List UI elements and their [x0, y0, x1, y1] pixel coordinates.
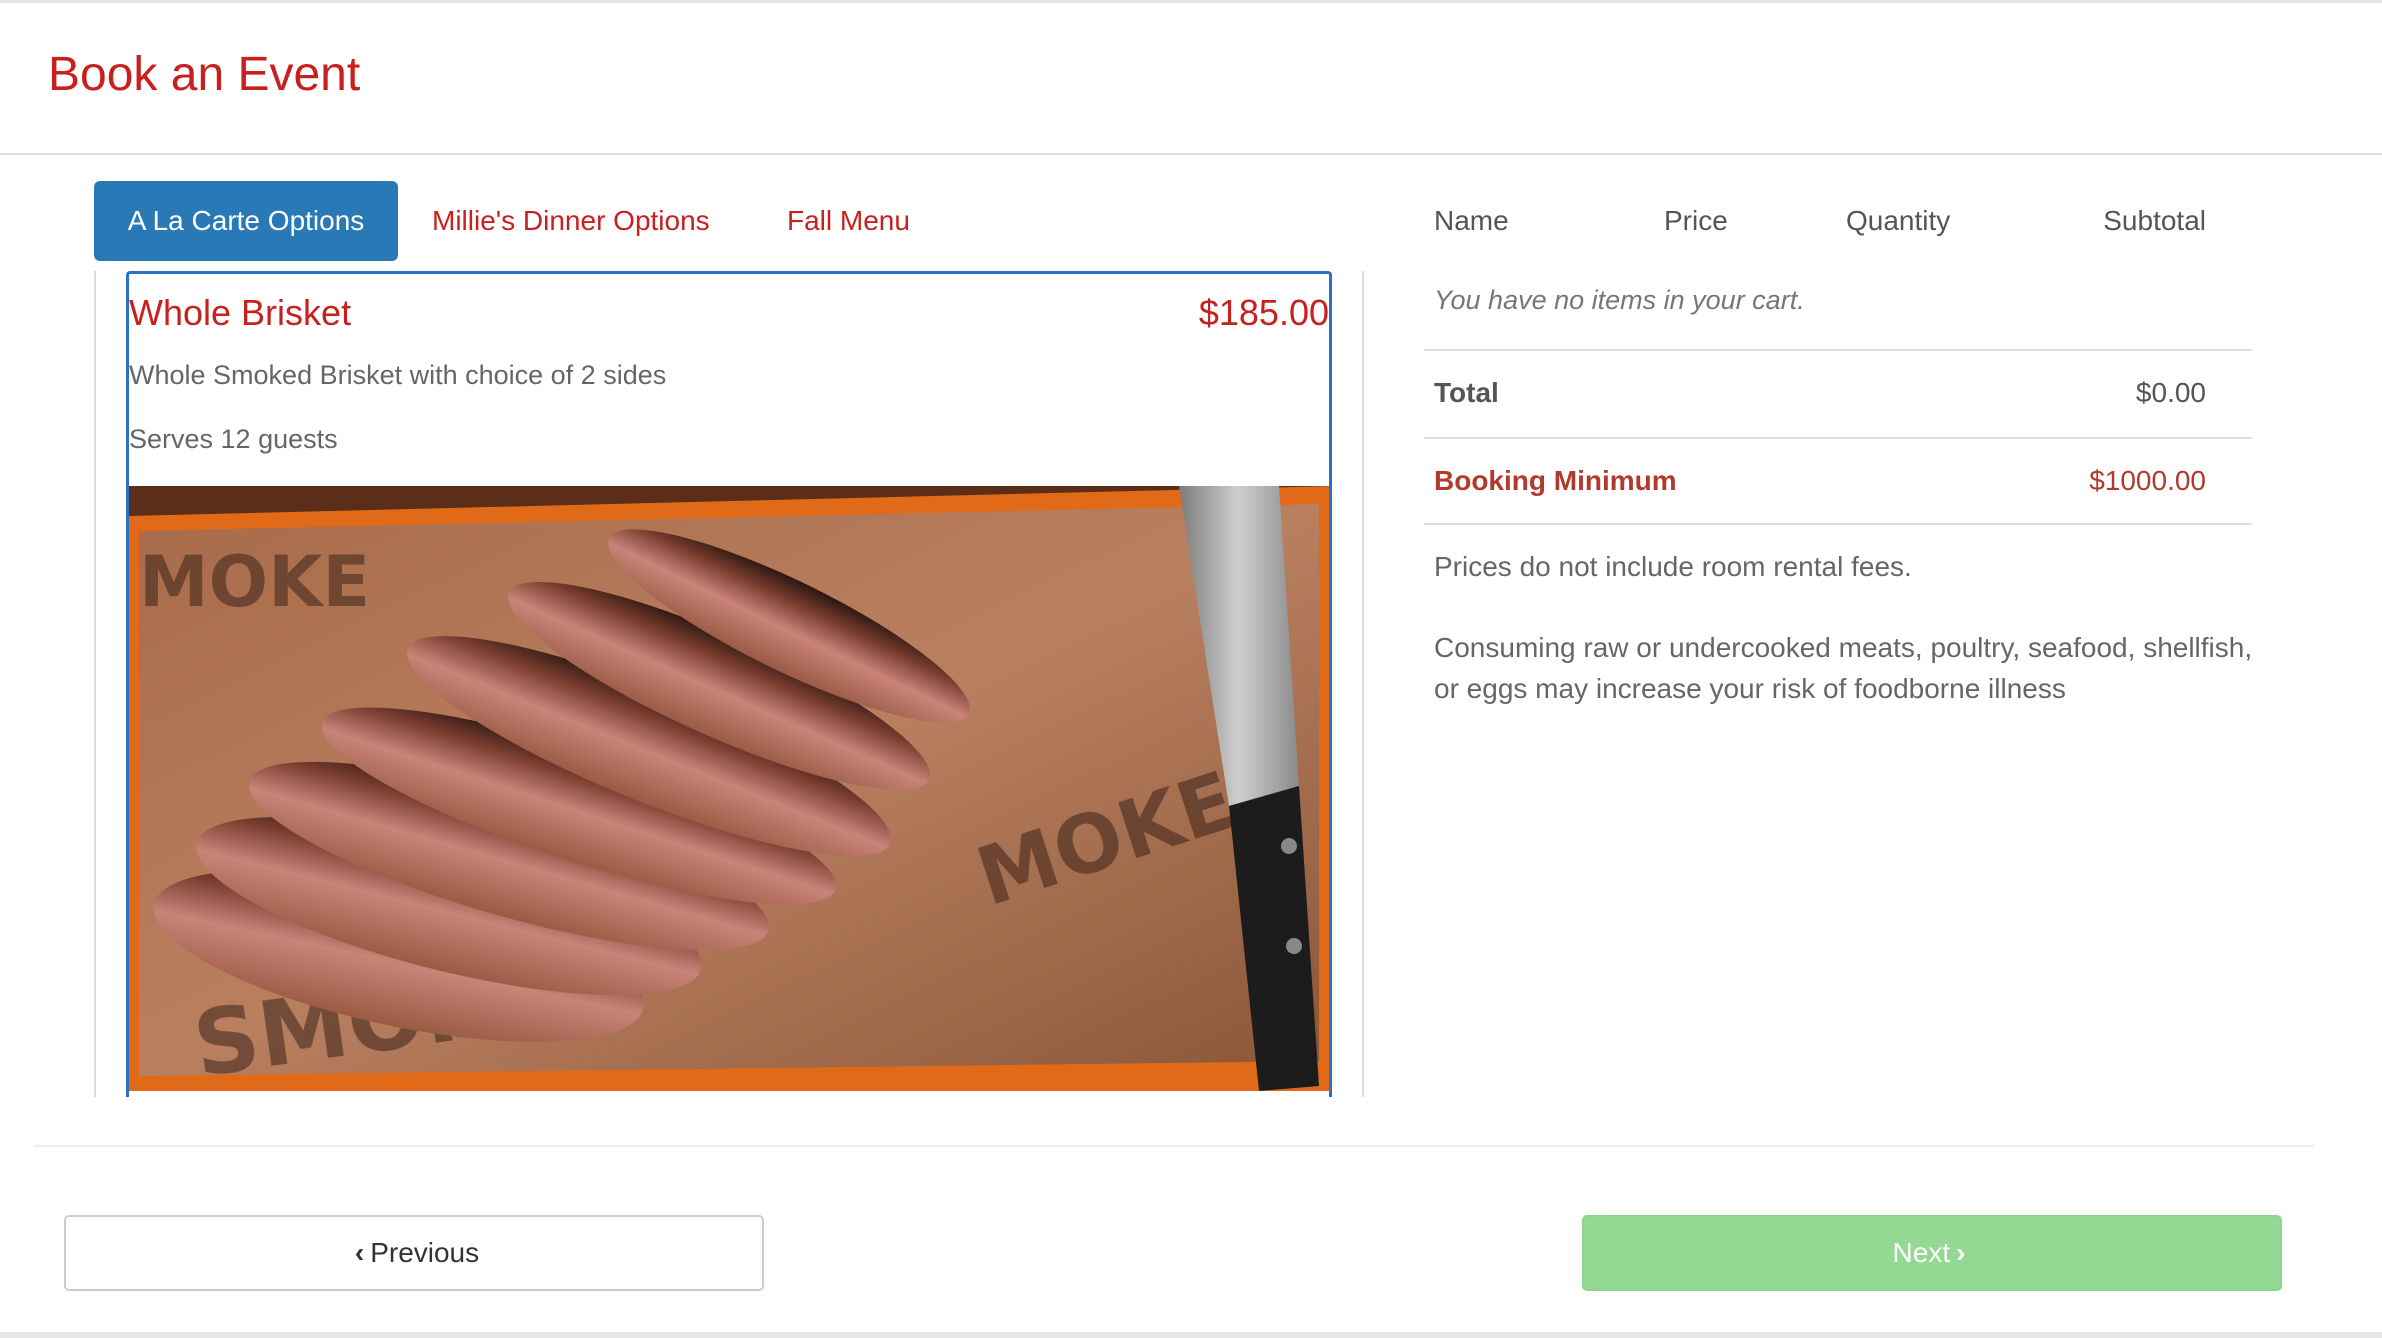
menu-items-panel: Whole Brisket $185.00 Whole Smoked Brisk… [94, 271, 1364, 1097]
booking-minimum-label: Booking Minimum [1434, 465, 1677, 496]
item-description: Whole Smoked Brisket with choice of 2 si… [129, 360, 667, 390]
booking-minimum-row: Booking Minimum $1000.00 [1424, 437, 2252, 525]
cart-col-quantity: Quantity [1846, 205, 1951, 236]
total-label: Total [1434, 377, 1499, 408]
tab-fall-menu[interactable]: Fall Menu [787, 181, 910, 261]
cart-empty-message: You have no items in your cart. [1434, 285, 1805, 315]
cart-col-name: Name [1434, 205, 1509, 236]
previous-button[interactable]: ‹ Previous [64, 1215, 764, 1291]
item-name: Whole Brisket [129, 292, 352, 333]
page-title: Book an Event [48, 48, 361, 101]
item-serves: Serves 12 guests [129, 424, 338, 454]
cart-col-subtotal: Subtotal [2103, 205, 2206, 236]
page-header: Book an Event [0, 3, 2382, 155]
next-label: Next [1892, 1237, 1951, 1268]
svg-text:MOKE: MOKE [139, 541, 370, 623]
cart-header: Name Price Quantity Subtotal [1424, 181, 2252, 261]
chevron-right-icon: › [1956, 1237, 1966, 1268]
next-button[interactable]: Next › [1582, 1215, 2282, 1291]
item-price: $185.00 [1198, 292, 1329, 333]
cart-col-price: Price [1664, 205, 1728, 236]
cart: Name Price Quantity Subtotal You have no… [1424, 181, 2252, 704]
menu-item-card[interactable]: Whole Brisket $185.00 Whole Smoked Brisk… [126, 271, 1332, 1097]
previous-label: Previous [370, 1237, 480, 1268]
brisket-photo: MOKE MOKE SMOK [129, 486, 1329, 1091]
total-value: $0.00 [2135, 377, 2206, 408]
cart-total-row: Total $0.00 [1424, 349, 2252, 437]
booking-minimum-value: $1000.00 [2089, 465, 2206, 496]
food-safety-note: Consuming raw or undercooked meats, poul… [1434, 632, 2253, 704]
footer-divider [34, 1145, 2314, 1147]
tab-millies-dinner[interactable]: Millie's Dinner Options [432, 181, 710, 261]
rental-fee-note: Prices do not include room rental fees. [1434, 551, 1912, 582]
brisket-photo-graphic: MOKE MOKE SMOK [129, 486, 1329, 1091]
page: Book an Event A La Carte Options Millie'… [0, 0, 2382, 1338]
tab-a-la-carte[interactable]: A La Carte Options [94, 181, 398, 261]
chevron-left-icon: ‹ [354, 1237, 365, 1268]
